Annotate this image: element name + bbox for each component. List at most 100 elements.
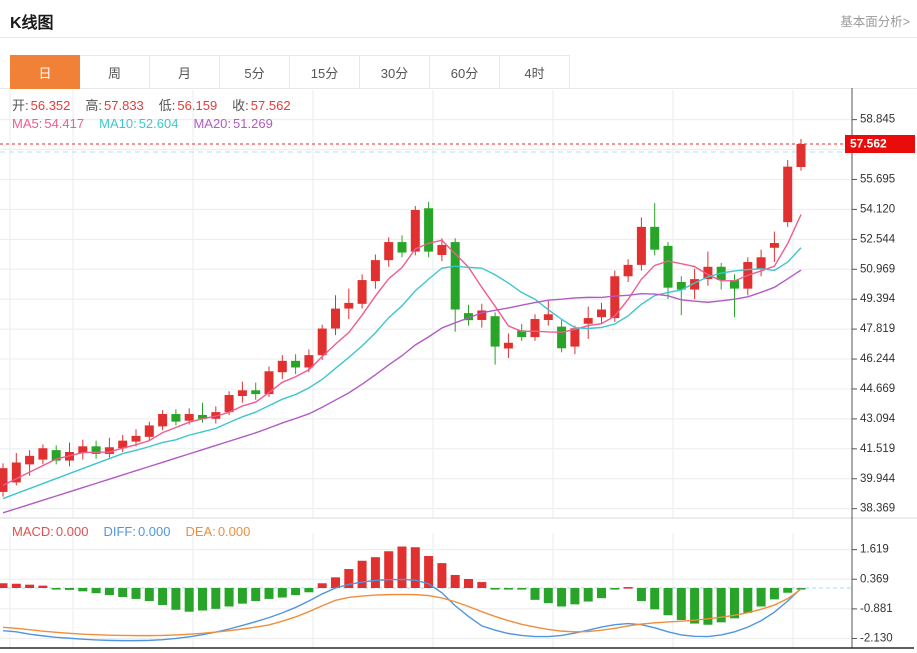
macd-bar <box>757 588 766 606</box>
macd-bar <box>52 588 61 590</box>
macd-bar <box>12 584 21 588</box>
macd-bar <box>0 583 8 588</box>
candle <box>411 210 420 252</box>
candle <box>783 167 792 222</box>
candle <box>185 414 194 421</box>
macd-bar <box>65 588 74 590</box>
axis-tick-label: 43.094 <box>860 413 896 425</box>
macd-bar <box>118 588 127 597</box>
macd-bar <box>158 588 167 605</box>
candle <box>38 448 47 459</box>
readout-item: 高:57.833 <box>85 95 143 114</box>
candle <box>225 395 234 412</box>
candle <box>624 265 633 276</box>
chart-area: 58.84557.27055.69554.12052.54450.96949.3… <box>0 0 917 653</box>
macd-bar <box>358 561 367 588</box>
macd-bar <box>610 588 619 590</box>
candle <box>491 316 500 346</box>
axis-tick-label: 44.669 <box>860 383 895 395</box>
candle <box>251 390 260 394</box>
macd-bar <box>384 551 393 588</box>
candle <box>451 242 460 309</box>
macd-bar <box>464 579 473 588</box>
macd-bar <box>690 588 699 624</box>
axis-tick-label: 50.969 <box>860 263 895 275</box>
candle <box>238 390 247 396</box>
macd-bar <box>171 588 180 610</box>
axis-tick-label: 1.619 <box>860 544 889 556</box>
macd-bar <box>664 588 673 615</box>
readout-item: MA10:52.604 <box>99 116 178 131</box>
macd-bar <box>544 588 553 603</box>
macd-bar <box>185 588 194 612</box>
macd-bar <box>331 577 340 588</box>
macd-bar <box>584 588 593 602</box>
candle <box>757 257 766 268</box>
readout-item: MA20:51.269 <box>193 116 272 131</box>
macd-bar <box>105 588 114 595</box>
axis-tick-label: 54.120 <box>860 203 895 215</box>
readout-item: MA5:54.417 <box>12 116 84 131</box>
macd-bar <box>291 588 300 595</box>
axis-tick-label: 39.944 <box>860 473 896 485</box>
candle <box>557 327 566 349</box>
readout-item: DIFF:0.000 <box>103 524 170 539</box>
macd-bar <box>92 588 101 593</box>
ma-readout: MA5:54.417 MA10:52.604 MA20:51.269 <box>12 116 288 131</box>
candle <box>650 227 659 250</box>
candle <box>158 414 167 426</box>
macd-bar <box>677 588 686 620</box>
macd-bar <box>730 588 739 618</box>
macd-bar <box>517 588 526 590</box>
macd-bar <box>25 585 34 588</box>
axis-tick-label: 47.819 <box>860 323 895 335</box>
macd-bar <box>198 588 207 611</box>
macd-bar <box>624 587 633 589</box>
macd-bar <box>637 588 646 601</box>
macd-bar <box>318 583 327 588</box>
axis-tick-label: 41.519 <box>860 443 895 455</box>
readout-item: MACD:0.000 <box>12 524 88 539</box>
current-price-badge-text: 57.562 <box>850 137 887 151</box>
candle <box>797 144 806 167</box>
axis-tick-label: 49.394 <box>860 293 896 305</box>
macd-bar <box>38 586 47 588</box>
macd-bar <box>371 557 380 588</box>
macd-bar <box>743 588 752 613</box>
axis-tick-label: 58.845 <box>860 114 895 126</box>
kline-chart[interactable]: 58.84557.27055.69554.12052.54450.96949.3… <box>0 88 917 653</box>
macd-bar <box>251 588 260 601</box>
readout-item: 收:57.562 <box>232 95 290 114</box>
macd-bar <box>437 563 446 588</box>
candle <box>437 245 446 255</box>
macd-bar <box>491 588 500 590</box>
candle <box>0 468 8 492</box>
macd-bar <box>451 575 460 588</box>
macd-bar <box>504 588 513 590</box>
readout-item: 开:56.352 <box>12 95 70 114</box>
candle <box>398 242 407 252</box>
candle <box>544 314 553 320</box>
axis-tick-label: -2.130 <box>860 633 893 645</box>
macd-bar <box>650 588 659 609</box>
axis-layer: 58.84557.27055.69554.12052.54450.96949.3… <box>0 88 917 648</box>
macd-bar <box>238 588 247 604</box>
macd-bar <box>531 588 540 600</box>
candle <box>132 436 141 442</box>
macd-bar <box>557 588 566 606</box>
ma-lines-layer <box>0 144 852 513</box>
candle <box>331 309 340 329</box>
ohlc-readout: 开:56.352高:57.833低:56.159收:57.562 <box>12 95 306 114</box>
macd-bar <box>265 588 274 599</box>
axis-tick-label: 46.244 <box>860 353 896 365</box>
candle <box>664 246 673 288</box>
candle <box>384 242 393 260</box>
axis-tick-label: 52.544 <box>860 233 896 245</box>
kline-page: K线图 基本面分析> 日周月5分15分30分60分4时 58.84557.270… <box>0 0 917 653</box>
candles-layer <box>0 139 806 497</box>
candle <box>584 318 593 324</box>
macd-bar <box>783 588 792 593</box>
macd-bar <box>597 588 606 598</box>
axis-tick-label: 38.369 <box>860 503 895 515</box>
candle <box>504 343 513 349</box>
